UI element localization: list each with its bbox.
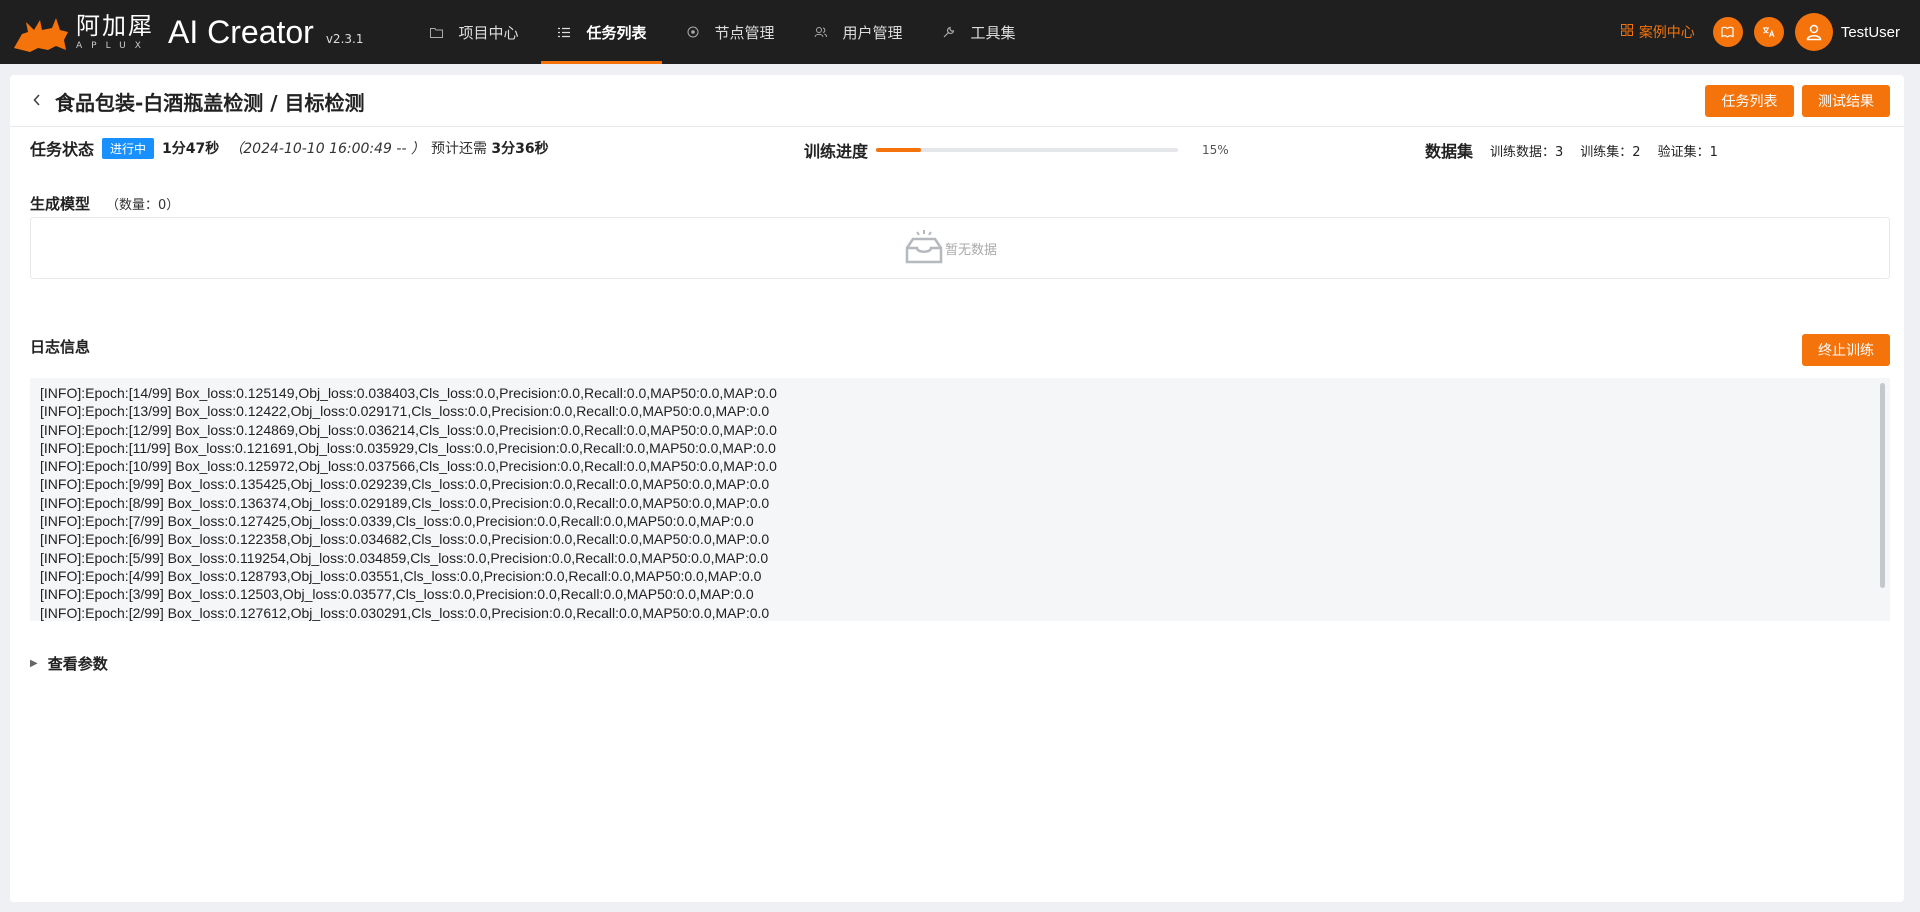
username[interactable]: TestUser [1841, 24, 1900, 41]
log-line: [INFO]:Epoch:[5/99] Box_loss:0.119254,Ob… [40, 549, 769, 566]
task-detail-card: 食品包装-白酒瓶盖检测 / 目标检测 任务列表 测试结果 任务状态 进行中 1分… [10, 75, 1904, 902]
list-icon [556, 24, 572, 40]
log-line: [INFO]:Epoch:[3/99] Box_loss:0.12503,Obj… [40, 586, 754, 603]
progress-bar [876, 148, 1179, 152]
task-status-label: 任务状态 [30, 140, 95, 159]
top-navbar: 阿加犀 APLUX AI Creator v2.3.1 项目中心 任务列表 节点… [0, 0, 1920, 64]
estimate-value: 3分36秒 [491, 141, 549, 157]
log-line: [INFO]:Epoch:[2/99] Box_loss:0.127612,Ob… [40, 604, 770, 621]
empty-text: 暂无数据 [944, 242, 997, 258]
nav-item-nodes[interactable]: 节点管理 [670, 0, 790, 64]
log-line: [INFO]:Epoch:[6/99] Box_loss:0.122358,Ob… [40, 531, 770, 548]
view-params-label: 查看参数 [47, 655, 108, 673]
book-icon [1721, 26, 1734, 38]
dataset-label: 数据集 [1425, 142, 1474, 161]
log-line: [INFO]:Epoch:[7/99] Box_loss:0.127425,Ob… [40, 513, 754, 530]
log-line: [INFO]:Epoch:[10/99] Box_loss:0.125972,O… [40, 458, 777, 475]
log-line: [INFO]:Epoch:[11/99] Box_loss:0.121691,O… [40, 439, 776, 456]
log-line: [INFO]:Epoch:[13/99] Box_loss:0.12422,Ob… [40, 403, 770, 420]
elapsed-time: 1分47秒 [162, 141, 220, 157]
brand-name-en: APLUX [76, 41, 150, 51]
nav-item-projects[interactable]: 项目中心 [413, 0, 533, 64]
test-result-button[interactable]: 测试结果 [1802, 85, 1890, 117]
train-set-count: 训练集：2 [1580, 144, 1641, 160]
nav-item-tools[interactable]: 工具集 [926, 0, 1031, 64]
log-line: [INFO]:Epoch:[12/99] Box_loss:0.124869,O… [40, 421, 777, 438]
card-header: 食品包装-白酒瓶盖检测 / 目标检测 任务列表 测试结果 [10, 75, 1904, 127]
nav-label: 项目中心 [458, 23, 519, 42]
docs-button[interactable] [1712, 17, 1743, 47]
translate-icon [1763, 27, 1775, 38]
page-title: 食品包装-白酒瓶盖检测 / 目标检测 [55, 91, 365, 115]
language-button[interactable] [1753, 17, 1784, 47]
nav-item-tasks[interactable]: 任务列表 [541, 0, 662, 64]
training-progress: 训练进度 15% [804, 138, 1229, 162]
app-version: v2.3.1 [325, 32, 364, 46]
case-center-link[interactable]: 案例中心 [1620, 22, 1695, 42]
progress-percent: 15% [1202, 143, 1229, 157]
rhino-logo-icon [14, 18, 68, 52]
status-badge: 进行中 [102, 137, 155, 159]
brand-name-cn: 阿加犀 [76, 12, 154, 40]
app-title: AI Creator [168, 13, 314, 50]
log-title: 日志信息 [30, 338, 91, 356]
log-line: [INFO]:Epoch:[4/99] Box_loss:0.128793,Ob… [40, 567, 762, 584]
estimate-label: 预计还需 [430, 141, 487, 157]
wrench-icon [941, 24, 957, 40]
users-icon [813, 24, 829, 40]
main-nav: 项目中心 任务列表 节点管理 用户管理 工具集 [413, 0, 1038, 64]
back-arrow-icon[interactable] [32, 91, 42, 112]
models-count: （数量：0） [106, 198, 180, 213]
stop-training-button[interactable]: 终止训练 [1802, 334, 1890, 366]
node-icon [685, 24, 701, 40]
log-line: [INFO]:Epoch:[9/99] Box_loss:0.135425,Ob… [40, 476, 770, 493]
dataset-info: 数据集 训练数据：3 训练集：2 验证集：1 [1425, 138, 1718, 162]
caret-right-icon: ▶ [30, 658, 38, 669]
grid-icon [1620, 24, 1633, 40]
time-period: （2024-10-10 16:00:49 -- ） [229, 141, 425, 157]
nav-label: 用户管理 [842, 23, 903, 42]
user-icon [1806, 24, 1822, 41]
empty-inbox-icon [905, 230, 943, 264]
brand-logo[interactable]: 阿加犀 APLUX [12, 10, 154, 54]
folder-icon [428, 24, 444, 40]
nav-label: 工具集 [970, 23, 1016, 42]
models-section-title: 生成模型 （数量：0） [30, 193, 179, 214]
progress-label: 训练进度 [804, 142, 869, 161]
val-set-count: 验证集：1 [1657, 144, 1718, 160]
nav-item-users[interactable]: 用户管理 [798, 0, 918, 64]
log-line: [INFO]:Epoch:[14/99] Box_loss:0.125149,O… [40, 385, 777, 401]
task-list-button[interactable]: 任务列表 [1705, 85, 1794, 117]
avatar[interactable] [1794, 13, 1833, 51]
log-scrollbar[interactable] [1880, 383, 1885, 588]
remaining-time: 预计还需 3分36秒 [431, 138, 549, 158]
case-center-label: 案例中心 [1638, 25, 1695, 41]
models-empty-state: 暂无数据 [30, 217, 1890, 279]
models-label: 生成模型 [30, 195, 91, 213]
view-params-toggle[interactable]: ▶ 查看参数 [30, 653, 108, 674]
log-lines: [INFO]:Epoch:[14/99] Box_loss:0.125149,O… [40, 384, 1880, 621]
train-data-count: 训练数据：3 [1490, 144, 1564, 160]
log-panel[interactable]: [INFO]:Epoch:[14/99] Box_loss:0.125149,O… [30, 378, 1890, 621]
nav-label: 节点管理 [714, 23, 775, 42]
nav-label: 任务列表 [586, 23, 647, 42]
progress-bar-fill [876, 148, 922, 152]
log-line: [INFO]:Epoch:[8/99] Box_loss:0.136374,Ob… [40, 494, 770, 511]
